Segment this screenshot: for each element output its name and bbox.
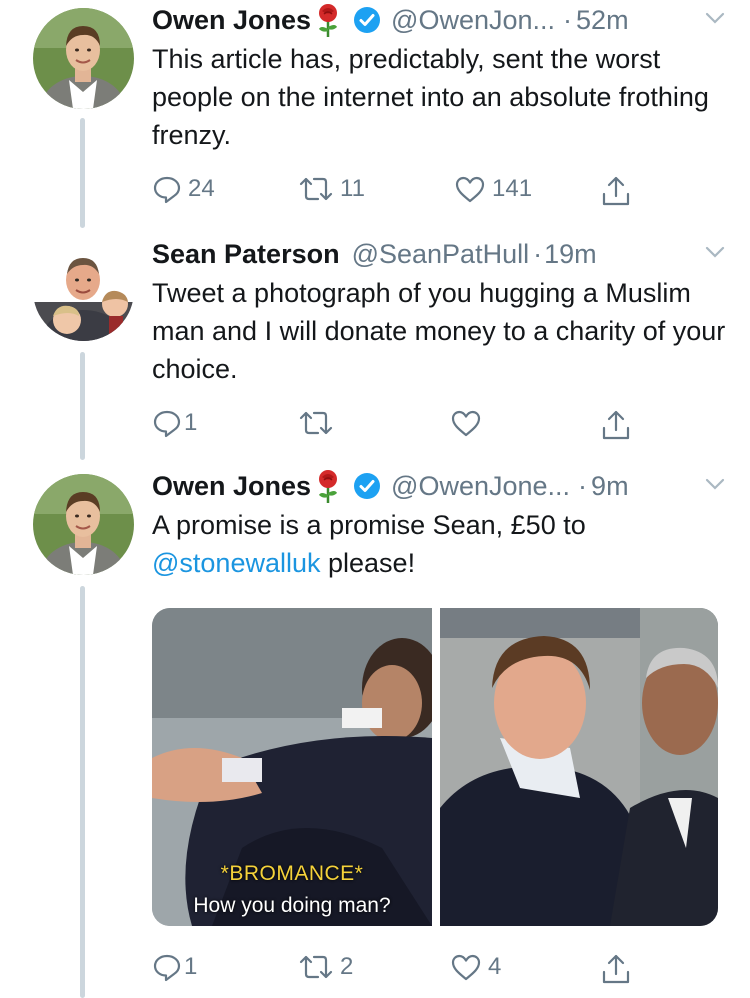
chevron-down-icon[interactable]	[704, 10, 726, 26]
author-name[interactable]: Owen Jones	[152, 5, 311, 36]
reply-button[interactable]: 1	[152, 952, 197, 982]
separator-dot: ·	[578, 470, 588, 501]
reply-button[interactable]: 1	[152, 408, 197, 438]
retweet-icon	[299, 955, 333, 979]
avatar[interactable]	[33, 8, 134, 109]
tweet-3[interactable]: Owen Jones @OwenJone... · 9m A promise i…	[0, 466, 750, 998]
retweet-button[interactable]: 2	[298, 952, 353, 982]
tweet-1[interactable]: Owen Jones @OwenJon... · 52m This articl…	[0, 0, 750, 232]
tweet-text-main: A promise is a promise Sean, £50 to	[152, 510, 586, 540]
retweet-button[interactable]: 11	[298, 174, 365, 204]
like-icon	[455, 176, 485, 203]
verified-icon	[353, 6, 381, 34]
media-caption-bottom: How you doing man?	[193, 894, 391, 917]
tweet-actions: 1	[152, 408, 652, 448]
rose-icon	[313, 469, 343, 503]
rose-icon	[313, 3, 343, 37]
retweet-button[interactable]	[298, 408, 340, 438]
share-button[interactable]	[600, 174, 632, 208]
separator-dot: ·	[563, 4, 573, 35]
share-icon	[602, 954, 630, 984]
mention-link[interactable]: @stonewalluk	[152, 548, 321, 578]
separator-dot: ·	[533, 238, 543, 269]
tweet-header: Owen Jones @OwenJon... · 52m	[152, 0, 728, 40]
avatar[interactable]	[33, 240, 134, 341]
timestamp[interactable]: 9m	[591, 471, 629, 502]
tweet-actions: 24 11 141	[152, 174, 652, 214]
share-icon	[602, 176, 630, 206]
tweet-header: Sean Paterson @SeanPatHull · 19m	[152, 234, 728, 274]
like-button[interactable]: 141	[454, 174, 532, 204]
media-image-right[interactable]	[440, 608, 718, 926]
media-caption-top: *BROMANCE*	[220, 862, 364, 885]
author-name[interactable]: Owen Jones	[152, 471, 311, 502]
reply-button[interactable]: 24	[152, 174, 215, 204]
retweet-count: 2	[340, 953, 354, 980]
tweet-2[interactable]: Sean Paterson @SeanPatHull · 19m Tweet a…	[0, 232, 750, 466]
author-handle[interactable]: @OwenJon...	[391, 5, 555, 36]
retweet-count: 11	[340, 175, 365, 202]
verified-icon	[353, 472, 381, 500]
tweet-text: A promise is a promise Sean, £50 to @sto…	[152, 506, 728, 582]
author-handle[interactable]: @SeanPatHull	[352, 239, 530, 270]
chevron-down-icon[interactable]	[704, 244, 726, 260]
like-count: 141	[492, 175, 533, 202]
media-image-left[interactable]: *BROMANCE* How you doing man?	[152, 608, 432, 926]
share-button[interactable]	[600, 408, 632, 442]
avatar[interactable]	[33, 474, 134, 575]
reply-icon	[153, 410, 181, 438]
reply-icon	[153, 954, 181, 982]
share-button[interactable]	[600, 952, 632, 986]
share-icon	[602, 410, 630, 440]
reply-count: 1	[184, 953, 198, 980]
tweet-text-tail: please!	[320, 548, 416, 578]
tweet-text: Tweet a photograph of you hugging a Musl…	[152, 278, 726, 384]
author-handle[interactable]: @OwenJone...	[391, 471, 570, 502]
timestamp[interactable]: 19m	[544, 239, 597, 270]
reply-icon	[153, 176, 181, 204]
tweet-header: Owen Jones @OwenJone... · 9m	[152, 466, 728, 506]
like-icon	[451, 954, 481, 981]
reply-count: 24	[188, 175, 215, 202]
like-icon	[451, 410, 481, 437]
timestamp[interactable]: 52m	[576, 5, 629, 36]
retweet-icon	[299, 411, 333, 435]
tweet-text: This article has, predictably, sent the …	[152, 44, 709, 150]
tweet-media[interactable]: *BROMANCE* How you doing man?	[152, 608, 718, 926]
like-count: 4	[488, 953, 502, 980]
like-button[interactable]	[450, 408, 488, 438]
chevron-down-icon[interactable]	[704, 476, 726, 492]
like-button[interactable]: 4	[450, 952, 501, 982]
author-name[interactable]: Sean Paterson	[152, 239, 340, 270]
tweet-actions: 1 2 4	[152, 952, 652, 992]
retweet-icon	[299, 177, 333, 201]
reply-count: 1	[184, 409, 198, 436]
